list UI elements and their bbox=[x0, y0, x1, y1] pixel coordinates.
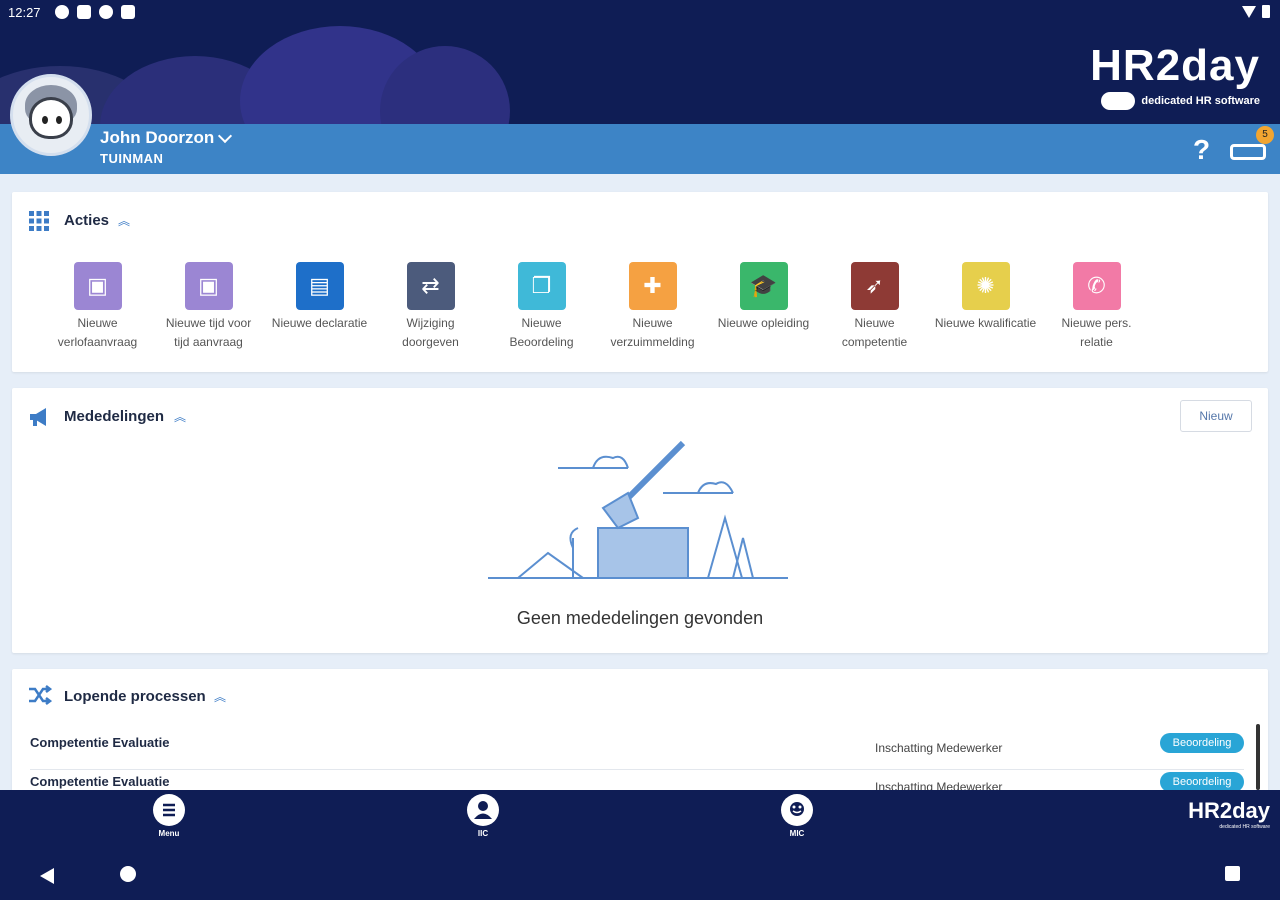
back-icon[interactable] bbox=[40, 868, 54, 884]
action-item[interactable]: ▤ Nieuwe declaratie bbox=[264, 262, 375, 352]
acties-card: Acties ︽ ▣ Nieuwe verlofaanvraag ▣ Nieuwe t… bbox=[12, 192, 1268, 372]
action-item[interactable]: ✆ Nieuwe pers. relatie bbox=[1041, 262, 1152, 352]
nav-menu[interactable]: Menu bbox=[139, 794, 199, 838]
notification-badge: 5 bbox=[1256, 126, 1274, 144]
user-name-dropdown[interactable]: John Doorzon bbox=[100, 128, 233, 148]
megaphone-icon bbox=[28, 406, 54, 433]
action-label: Nieuwe pers. relatie bbox=[1061, 316, 1132, 349]
briefcase-icon: ▣ bbox=[73, 262, 122, 310]
status-badge[interactable]: Beoordeling bbox=[1160, 772, 1244, 792]
process-name: Competentie Evaluatie bbox=[30, 774, 170, 789]
inbox-button[interactable]: 5 bbox=[1230, 126, 1274, 162]
process-name: Competentie Evaluatie bbox=[30, 735, 170, 750]
action-label: Nieuwe tijd voor tijd aanvraag bbox=[165, 316, 252, 349]
certificate-icon: ✺ bbox=[961, 262, 1010, 310]
table-row[interactable]: Competentie Evaluatie Inschatting Medewe… bbox=[30, 731, 1244, 770]
system-nav-bar bbox=[0, 852, 1280, 900]
action-item[interactable]: ▣ Nieuwe tijd voor tijd aanvraag bbox=[153, 262, 264, 352]
rocket-icon: ➶ bbox=[850, 262, 899, 310]
action-label: Wijziging doorgeven bbox=[402, 316, 459, 349]
status-time: 12:27 bbox=[8, 5, 41, 20]
action-label: Nieuwe verzuimmelding bbox=[610, 316, 695, 349]
home-icon[interactable] bbox=[120, 866, 136, 882]
wifi-icon bbox=[1242, 5, 1256, 18]
bottom-nav: Menu IIC MIC HR2day dedicated HR softwar… bbox=[0, 790, 1280, 852]
scrollbar[interactable] bbox=[1256, 724, 1260, 790]
person-icon bbox=[467, 794, 499, 826]
nav-iic-label: IIC bbox=[477, 829, 489, 838]
processen-title: Lopende processen bbox=[64, 688, 206, 705]
receipt-icon: ▤ bbox=[295, 262, 344, 310]
new-announcement-button[interactable]: Nieuw bbox=[1180, 400, 1252, 432]
footer-logo-name: HR2day bbox=[1188, 798, 1270, 823]
system-indicators bbox=[1242, 5, 1270, 18]
processen-card: Lopende processen ︽ Competentie Evaluati… bbox=[12, 669, 1268, 809]
action-item[interactable]: ❐ Nieuwe Beoordeling bbox=[486, 262, 597, 352]
mededelingen-title: Mededelingen bbox=[64, 408, 165, 425]
menu-icon bbox=[153, 794, 185, 826]
graduation-cap-icon: 🎓 bbox=[739, 262, 788, 310]
help-button[interactable]: ? bbox=[1193, 134, 1210, 166]
nav-menu-label: Menu bbox=[158, 829, 180, 838]
user-name: John Doorzon bbox=[100, 128, 215, 147]
documents-icon: ❐ bbox=[517, 262, 566, 310]
inbox-icon bbox=[1230, 144, 1266, 160]
nav-mic[interactable]: MIC bbox=[767, 794, 827, 838]
chevron-down-icon[interactable] bbox=[218, 128, 233, 143]
footer-logo: HR2day dedicated HR software bbox=[1188, 798, 1270, 830]
status-notification-icons bbox=[55, 5, 135, 19]
user-role: TUINMAN bbox=[100, 151, 164, 166]
status-bar: 12:27 bbox=[0, 0, 1280, 26]
nav-mic-label: MIC bbox=[789, 829, 805, 838]
empty-state-illustration bbox=[488, 438, 788, 593]
action-label: Nieuwe verlofaanvraag bbox=[57, 316, 138, 349]
footer-logo-tagline: dedicated HR software bbox=[1219, 824, 1270, 830]
nav-iic[interactable]: IIC bbox=[453, 794, 513, 838]
logo-tagline: dedicated HR software bbox=[1141, 95, 1260, 107]
shuffle-icon bbox=[28, 685, 53, 710]
logo-name: HR2day bbox=[1090, 41, 1260, 90]
status-badge[interactable]: Beoordeling bbox=[1160, 733, 1244, 753]
briefcase-icon: ▣ bbox=[184, 262, 233, 310]
collapse-icon[interactable]: ︽ bbox=[174, 408, 186, 425]
action-item[interactable]: ✚ Nieuwe verzuimmelding bbox=[597, 262, 708, 352]
hr2day-logo: HR2day dedicated HR software bbox=[1090, 42, 1260, 110]
account-icon bbox=[55, 5, 69, 19]
grid-icon bbox=[28, 210, 50, 237]
app-header: HR2day dedicated HR software bbox=[0, 26, 1280, 124]
action-label: Nieuwe declaratie bbox=[271, 316, 368, 330]
team-icon bbox=[781, 794, 813, 826]
empty-state-text: Geen mededelingen gevonden bbox=[516, 608, 764, 628]
action-item[interactable]: ▣ Nieuwe verlofaanvraag bbox=[42, 262, 153, 352]
action-label: Nieuwe opleiding bbox=[717, 316, 810, 330]
swap-arrows-icon: ⇄ bbox=[406, 262, 455, 310]
action-list: ▣ Nieuwe verlofaanvraag ▣ Nieuwe tijd voor … bbox=[42, 262, 1152, 352]
medical-kit-icon: ✚ bbox=[628, 262, 677, 310]
action-label: Nieuwe competentie bbox=[841, 316, 908, 349]
sync-icon bbox=[99, 5, 113, 19]
phone-icon: ✆ bbox=[1072, 262, 1121, 310]
avatar[interactable] bbox=[10, 74, 92, 156]
cloud-icon bbox=[1101, 92, 1136, 110]
action-item[interactable]: ⇄ Wijziging doorgeven bbox=[375, 262, 486, 352]
battery-icon bbox=[1262, 5, 1270, 18]
app-notification-icon bbox=[77, 5, 91, 19]
process-step: Inschatting Medewerker bbox=[875, 741, 1003, 755]
action-item[interactable]: ➶ Nieuwe competentie bbox=[819, 262, 930, 352]
action-item[interactable]: ✺ Nieuwe kwalificatie bbox=[930, 262, 1041, 352]
acties-title: Acties bbox=[64, 212, 110, 229]
collapse-icon[interactable]: ︽ bbox=[118, 212, 130, 229]
action-label: Nieuwe Beoordeling bbox=[509, 316, 574, 349]
mededelingen-card: Mededelingen ︽ Nieuw Geen mededelingen g… bbox=[12, 388, 1268, 653]
sd-card-icon bbox=[121, 5, 135, 19]
action-item[interactable]: 🎓 Nieuwe opleiding bbox=[708, 262, 819, 352]
collapse-icon[interactable]: ︽ bbox=[214, 688, 226, 705]
action-label: Nieuwe kwalificatie bbox=[934, 316, 1037, 330]
recents-icon[interactable] bbox=[1225, 866, 1240, 881]
